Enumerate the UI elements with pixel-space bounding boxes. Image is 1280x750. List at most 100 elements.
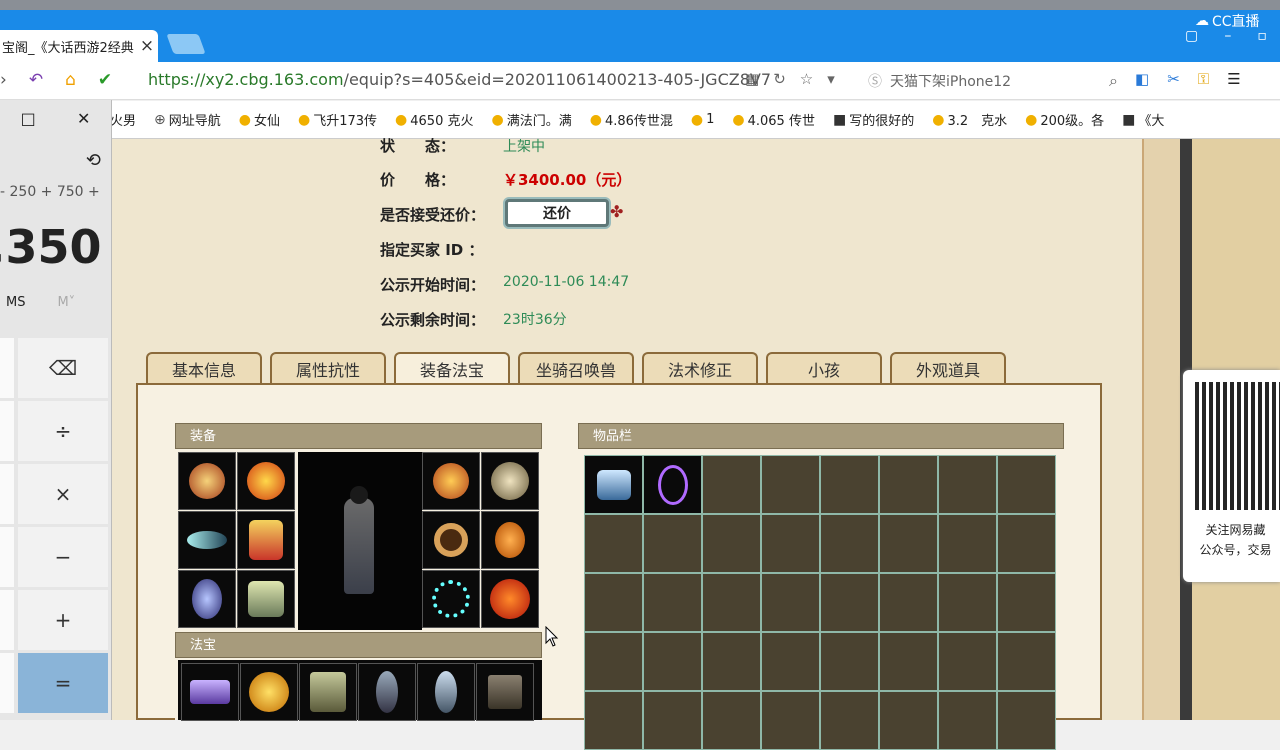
inventory-slot[interactable] <box>702 632 761 691</box>
inventory-slot[interactable] <box>761 455 820 514</box>
bookmark-item[interactable]: ● 4.065 传世 <box>732 110 815 130</box>
minus-button[interactable]: − <box>18 527 108 587</box>
bookmark-item[interactable]: ● 200级。各 <box>1025 110 1104 130</box>
tab-attributes[interactable]: 属性抗性 <box>270 352 386 384</box>
qr-widget[interactable]: 关注网易藏 公众号，交易 <box>1183 370 1280 582</box>
bookmark-item[interactable]: ● 3.2 克水 <box>932 110 1007 130</box>
bookmark-item[interactable]: ● 1 <box>691 112 715 128</box>
fabao-slot[interactable] <box>240 663 298 721</box>
inventory-slot[interactable] <box>938 632 997 691</box>
search-box[interactable]: Ⓢ 天猫下架iPhone12 ⌕ <box>868 68 1118 94</box>
offer-button[interactable]: 还价 <box>505 199 609 227</box>
equip-slot-hat[interactable] <box>178 452 236 510</box>
tab-spell-correction[interactable]: 法术修正 <box>642 352 758 384</box>
inventory-slot[interactable] <box>997 632 1056 691</box>
menu-icon[interactable]: ☰ <box>1227 70 1240 92</box>
equip-slot-crown[interactable] <box>237 452 295 510</box>
search-icon[interactable]: ⌕ <box>1109 71 1118 91</box>
tab-child[interactable]: 小孩 <box>766 352 882 384</box>
home-icon[interactable]: ⌂ <box>65 70 76 92</box>
inventory-slot[interactable] <box>584 455 643 514</box>
inventory-slot[interactable] <box>702 573 761 632</box>
inventory-slot[interactable] <box>820 514 879 573</box>
inventory-slot[interactable] <box>643 455 702 514</box>
calc-key-left[interactable] <box>0 590 14 650</box>
equip-slot-ring[interactable] <box>422 511 480 569</box>
divide-button[interactable]: ÷ <box>18 401 108 461</box>
inventory-slot[interactable] <box>761 691 820 750</box>
bookmark-item[interactable]: ● 满法门。满 <box>491 110 571 130</box>
inventory-slot[interactable] <box>938 455 997 514</box>
bookmark-item[interactable]: ● 4.86传世混 <box>590 110 673 130</box>
equals-button[interactable]: = <box>18 653 108 713</box>
inventory-slot[interactable] <box>584 514 643 573</box>
tab-basic-info[interactable]: 基本信息 <box>146 352 262 384</box>
plus-button[interactable]: + <box>18 590 108 650</box>
new-tab-button[interactable] <box>166 34 206 54</box>
inventory-slot[interactable] <box>761 514 820 573</box>
inventory-slot[interactable] <box>879 514 938 573</box>
inventory-slot[interactable] <box>643 514 702 573</box>
inventory-slot[interactable] <box>879 632 938 691</box>
bookmark-item[interactable]: 火男 <box>110 110 136 129</box>
inventory-slot[interactable] <box>879 691 938 750</box>
inventory-slot[interactable] <box>997 573 1056 632</box>
grid-icon[interactable]: ▦ <box>745 70 759 92</box>
inventory-slot[interactable] <box>938 573 997 632</box>
inventory-slot[interactable] <box>761 632 820 691</box>
star-icon[interactable]: ☆ <box>800 70 813 92</box>
calc-key-left[interactable] <box>0 527 14 587</box>
inventory-slot[interactable] <box>584 691 643 750</box>
inventory-slot[interactable] <box>820 573 879 632</box>
bookmark-item[interactable]: ● 女仙 <box>239 110 280 130</box>
fabao-slot[interactable] <box>181 663 239 721</box>
window-count-icon[interactable]: ▢ <box>1185 28 1198 44</box>
fabao-slot[interactable] <box>358 663 416 721</box>
equip-slot-beads[interactable] <box>422 570 480 628</box>
inventory-slot[interactable] <box>938 514 997 573</box>
inventory-slot[interactable] <box>820 632 879 691</box>
inventory-slot[interactable] <box>820 691 879 750</box>
calc-key-left[interactable] <box>0 338 14 398</box>
inventory-slot[interactable] <box>702 455 761 514</box>
calc-key-left[interactable] <box>0 401 14 461</box>
inventory-slot[interactable] <box>879 455 938 514</box>
equip-slot-weapon[interactable] <box>178 511 236 569</box>
inventory-slot[interactable] <box>643 632 702 691</box>
fabao-slot[interactable] <box>417 663 475 721</box>
inventory-slot[interactable] <box>938 691 997 750</box>
inventory-slot[interactable] <box>997 691 1056 750</box>
inventory-slot[interactable] <box>997 455 1056 514</box>
bookmark-item[interactable]: ● 飞升173传 <box>298 110 377 130</box>
multiply-button[interactable]: × <box>18 464 108 524</box>
scissors-icon[interactable]: ✂ <box>1167 70 1180 92</box>
close-icon[interactable]: × <box>136 36 158 56</box>
bookmark-item[interactable]: ■ 《大 <box>1122 110 1164 130</box>
bookmark-item[interactable]: ● 4650 克火 <box>395 110 473 130</box>
minimize-icon[interactable]: – <box>1224 28 1231 44</box>
maximize-icon[interactable]: □ <box>21 109 36 128</box>
equip-slot-necklace[interactable] <box>481 452 539 510</box>
equip-slot-mask[interactable] <box>422 452 480 510</box>
tab-mounts-pets[interactable]: 坐骑召唤兽 <box>518 352 634 384</box>
equip-slot-charm[interactable] <box>481 511 539 569</box>
fabao-slot[interactable] <box>299 663 357 721</box>
equip-slot-armor[interactable] <box>237 511 295 569</box>
inventory-slot[interactable] <box>584 632 643 691</box>
inventory-slot[interactable] <box>879 573 938 632</box>
inventory-slot[interactable] <box>702 691 761 750</box>
inventory-slot[interactable] <box>643 573 702 632</box>
extension-icon[interactable]: ◧ <box>1135 70 1149 92</box>
calc-key-left[interactable] <box>0 653 14 713</box>
url-field[interactable]: https://xy2.cbg.163.com/equip?s=405&eid=… <box>148 70 771 92</box>
close-icon[interactable]: ✕ <box>77 109 90 128</box>
bookmark-item[interactable]: ⊕ 网址导航 <box>154 110 221 130</box>
inventory-slot[interactable] <box>584 573 643 632</box>
fabao-slot[interactable] <box>476 663 534 721</box>
equip-slot-orb[interactable] <box>481 570 539 628</box>
tab-appearance[interactable]: 外观道具 <box>890 352 1006 384</box>
inventory-slot[interactable] <box>643 691 702 750</box>
calc-key-left[interactable] <box>0 464 14 524</box>
backspace-button[interactable]: ⌫ <box>18 338 108 398</box>
equip-slot-aura[interactable] <box>178 570 236 628</box>
